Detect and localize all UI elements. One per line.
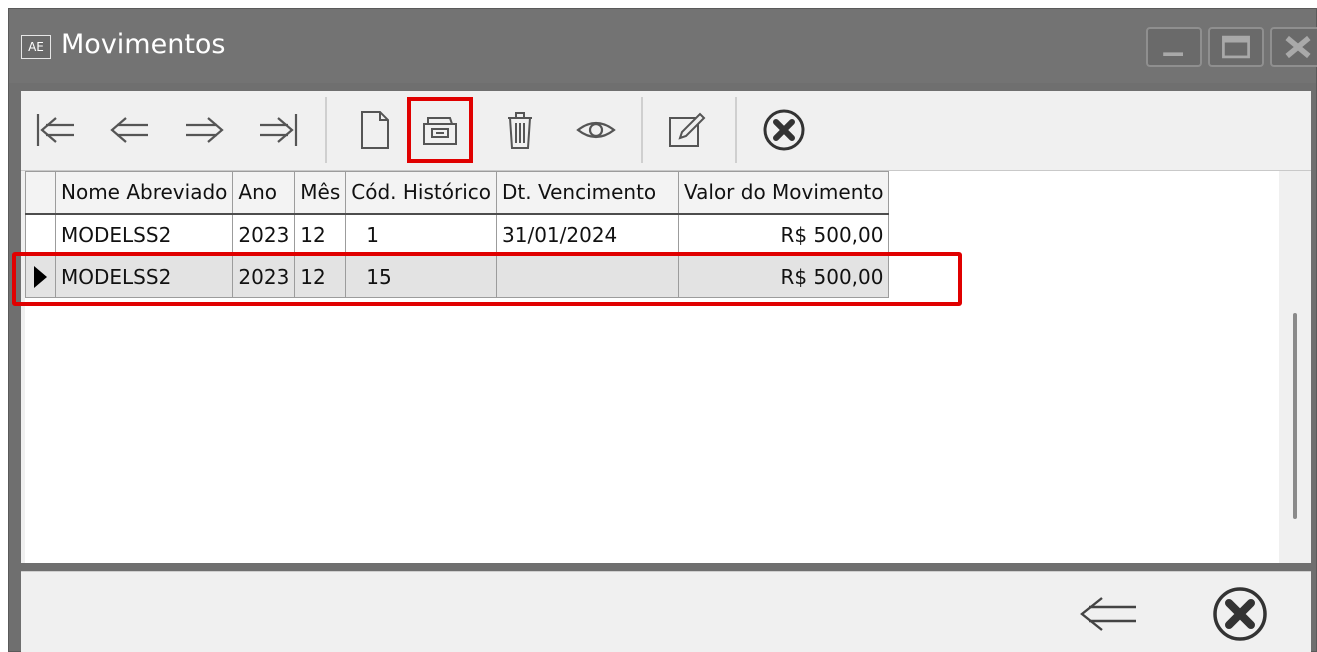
- previous-record-button[interactable]: [97, 97, 163, 163]
- minimize-icon: [1163, 52, 1183, 56]
- first-record-icon: [36, 114, 74, 146]
- close-button[interactable]: [1270, 27, 1317, 67]
- back-button[interactable]: [1073, 584, 1143, 644]
- cancel-button[interactable]: [751, 97, 817, 163]
- column-header[interactable]: Mês: [294, 171, 347, 215]
- previous-record-icon: [110, 117, 148, 143]
- close-icon: [1285, 35, 1311, 59]
- cell-ano[interactable]: 2023: [232, 213, 296, 256]
- footer-bar: [21, 571, 1311, 652]
- movimentos-grid[interactable]: Nome Abreviado Ano Mês Cód. Histórico Dt…: [25, 171, 1279, 563]
- edit-button[interactable]: [653, 97, 719, 163]
- column-header[interactable]: Valor do Movimento: [677, 171, 890, 215]
- eye-icon: [576, 121, 616, 139]
- toolbar-separator: [325, 97, 327, 163]
- cell-cod[interactable]: 1: [345, 213, 497, 256]
- toolbar: [21, 91, 1311, 171]
- window-title: Movimentos: [61, 29, 226, 60]
- first-record-button[interactable]: [23, 97, 89, 163]
- content-area: Nome Abreviado Ano Mês Cód. Histórico Dt…: [21, 171, 1311, 563]
- minimize-button[interactable]: [1146, 27, 1202, 67]
- column-header[interactable]: Ano: [232, 171, 296, 215]
- table-header-row: Nome Abreviado Ano Mês Cód. Histórico Dt…: [25, 171, 890, 215]
- column-header[interactable]: Dt. Vencimento: [496, 171, 679, 215]
- back-arrow-icon: [1080, 597, 1136, 631]
- open-folder-icon: [423, 117, 457, 145]
- footer-cancel-button[interactable]: [1205, 584, 1275, 644]
- cancel-icon: [763, 109, 805, 151]
- maximize-icon: [1222, 35, 1250, 59]
- scrollbar-thumb[interactable]: [1293, 313, 1297, 519]
- next-record-icon: [186, 117, 224, 143]
- cell-nome[interactable]: MODELSS2: [54, 213, 234, 256]
- cell-dt[interactable]: 31/01/2024: [496, 213, 679, 256]
- row-highlight-annotation: [12, 252, 962, 306]
- cell-mes[interactable]: 12: [294, 213, 347, 256]
- indicator-header: [25, 171, 56, 215]
- column-header[interactable]: Cód. Histórico: [345, 171, 497, 215]
- app-icon: AE: [21, 35, 51, 59]
- new-document-icon: [361, 111, 389, 149]
- vertical-scrollbar[interactable]: [1279, 171, 1311, 563]
- cell-valor[interactable]: R$ 500,00: [677, 213, 890, 256]
- edit-icon: [669, 112, 706, 147]
- open-button[interactable]: [407, 97, 473, 163]
- movimentos-window: AE Movimentos Nome Abreviado Ano Mês Cód…: [8, 8, 1317, 652]
- toolbar-separator: [641, 97, 643, 163]
- column-header[interactable]: Nome Abreviado: [54, 171, 234, 215]
- toolbar-separator: [735, 97, 737, 163]
- title-bar[interactable]: AE Movimentos: [9, 9, 1317, 83]
- delete-button[interactable]: [487, 97, 553, 163]
- last-record-button[interactable]: [245, 97, 311, 163]
- maximize-button[interactable]: [1208, 27, 1264, 67]
- last-record-icon: [260, 114, 298, 146]
- next-record-button[interactable]: [171, 97, 237, 163]
- table-row[interactable]: MODELSS2 2023 12 1 31/01/2024 R$ 500,00: [25, 213, 890, 256]
- trash-icon: [508, 112, 532, 149]
- view-button[interactable]: [563, 97, 629, 163]
- row-indicator[interactable]: [25, 213, 56, 256]
- cancel-icon: [1213, 587, 1267, 641]
- new-button[interactable]: [341, 97, 407, 163]
